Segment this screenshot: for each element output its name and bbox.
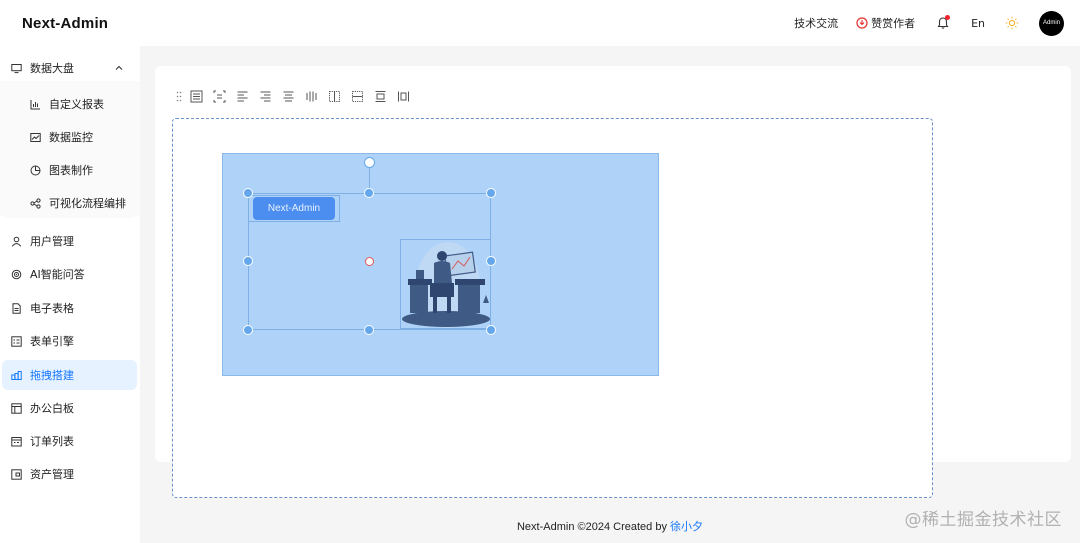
rotate-handle[interactable] bbox=[364, 157, 375, 168]
avatar[interactable]: Admin bbox=[1039, 10, 1064, 36]
sidebar-item-dashboard[interactable]: 数据大盘 bbox=[2, 53, 137, 83]
sidebar-item-label: 电子表格 bbox=[30, 302, 74, 315]
align-center-v-icon[interactable] bbox=[213, 90, 226, 103]
next-admin-button[interactable]: Next-Admin bbox=[253, 197, 335, 220]
align-center-h-icon[interactable] bbox=[282, 90, 295, 103]
sidebar-item-spreadsheet[interactable]: 电子表格 bbox=[2, 293, 137, 323]
align-bottom-icon[interactable] bbox=[374, 90, 387, 103]
resize-handle-top-right[interactable] bbox=[486, 188, 496, 198]
header-actions: 技术交流 赞赏作者 En Admin bbox=[776, 10, 1064, 36]
tech-exchange-link[interactable]: 技术交流 bbox=[794, 15, 838, 31]
app-logo[interactable]: Next-Admin bbox=[22, 15, 108, 32]
form-icon bbox=[11, 335, 22, 347]
sidebar-item-ai[interactable]: AI智能问答 bbox=[2, 259, 137, 289]
sidebar-item-drag-build[interactable]: 拖拽搭建 bbox=[2, 360, 137, 390]
desk-illustration-image[interactable] bbox=[400, 239, 491, 329]
editor-toolbar bbox=[176, 89, 420, 103]
sidebar-item-form-engine[interactable]: 表单引擎 bbox=[2, 326, 137, 356]
sponsor-icon bbox=[856, 17, 868, 29]
sponsor-label: 赞赏作者 bbox=[871, 17, 916, 30]
sidebar-item-flow[interactable]: 可视化流程编排 bbox=[2, 188, 137, 218]
distribute-v-icon[interactable] bbox=[397, 90, 410, 103]
sidebar-item-label: 办公白板 bbox=[30, 402, 74, 415]
sidebar-item-label: 自定义报表 bbox=[49, 98, 104, 111]
center-anchor-handle[interactable] bbox=[365, 257, 374, 266]
watermark: @稀土掘金技术社区 bbox=[904, 510, 1062, 530]
chevron-up-icon[interactable] bbox=[115, 64, 123, 72]
top-header: Next-Admin 技术交流 赞赏作者 En Admin bbox=[0, 0, 1080, 46]
sidebar-item-custom-report[interactable]: 自定义报表 bbox=[2, 89, 137, 119]
distribute-grid-icon[interactable] bbox=[328, 90, 341, 103]
resize-handle-bottom-left[interactable] bbox=[243, 325, 253, 335]
language-switch[interactable]: En bbox=[971, 17, 985, 30]
resize-handle-top-left[interactable] bbox=[243, 188, 253, 198]
sidebar-item-label: 图表制作 bbox=[49, 164, 93, 177]
user-icon bbox=[11, 236, 22, 247]
sidebar-item-chart-make[interactable]: 图表制作 bbox=[2, 155, 137, 185]
sidebar-item-label: 订单列表 bbox=[30, 435, 74, 448]
sun-icon[interactable] bbox=[1005, 16, 1019, 30]
distribute-dots-icon[interactable] bbox=[351, 90, 364, 103]
resize-handle-bottom-right[interactable] bbox=[486, 325, 496, 335]
sidebar: 数据大盘 自定义报表 数据监控 图表制作 可视化流程编排 用户管理 AI智能问答… bbox=[0, 46, 140, 543]
order-icon bbox=[11, 436, 22, 446]
align-right-icon[interactable] bbox=[259, 90, 272, 103]
sidebar-item-label: 用户管理 bbox=[30, 235, 74, 248]
resize-handle-right[interactable] bbox=[486, 256, 496, 266]
sidebar-item-data-monitor[interactable]: 数据监控 bbox=[2, 122, 137, 152]
line-chart-icon bbox=[30, 132, 41, 142]
resize-handle-bottom[interactable] bbox=[364, 325, 374, 335]
sponsor-link[interactable]: 赞赏作者 bbox=[856, 15, 915, 31]
whiteboard-icon bbox=[11, 402, 22, 414]
align-top-icon[interactable] bbox=[190, 90, 203, 103]
sidebar-item-users[interactable]: 用户管理 bbox=[2, 226, 137, 256]
sidebar-item-orders[interactable]: 订单列表 bbox=[2, 426, 137, 456]
bell-icon[interactable] bbox=[935, 15, 951, 31]
flow-icon bbox=[30, 197, 41, 209]
bar-chart-icon bbox=[30, 99, 40, 109]
resize-handle-top[interactable] bbox=[364, 188, 374, 198]
sidebar-item-label: 资产管理 bbox=[30, 468, 74, 481]
drag-handle-icon[interactable] bbox=[176, 90, 182, 103]
sidebar-item-label: 拖拽搭建 bbox=[30, 369, 74, 382]
distribute-h-icon[interactable] bbox=[305, 90, 318, 103]
sidebar-item-assets[interactable]: 资产管理 bbox=[2, 459, 137, 489]
sidebar-item-label: AI智能问答 bbox=[30, 268, 85, 281]
author-link[interactable]: 徐小夕 bbox=[670, 521, 703, 533]
sidebar-item-label: 可视化流程编排 bbox=[49, 197, 126, 210]
sidebar-item-label: 表单引擎 bbox=[30, 335, 74, 348]
align-left-icon[interactable] bbox=[236, 90, 249, 103]
resize-handle-left[interactable] bbox=[243, 256, 253, 266]
footer-text: Next-Admin ©2024 Created by bbox=[516, 521, 670, 533]
ai-icon bbox=[11, 269, 22, 279]
monitor-icon bbox=[11, 63, 22, 73]
sidebar-item-label: 数据监控 bbox=[49, 131, 93, 144]
drag-build-icon bbox=[11, 370, 22, 380]
asset-icon bbox=[11, 468, 22, 480]
pie-chart-icon bbox=[30, 165, 41, 175]
sidebar-item-whiteboard[interactable]: 办公白板 bbox=[2, 393, 137, 423]
sidebar-item-label: 数据大盘 bbox=[30, 62, 74, 75]
file-icon bbox=[12, 302, 21, 314]
